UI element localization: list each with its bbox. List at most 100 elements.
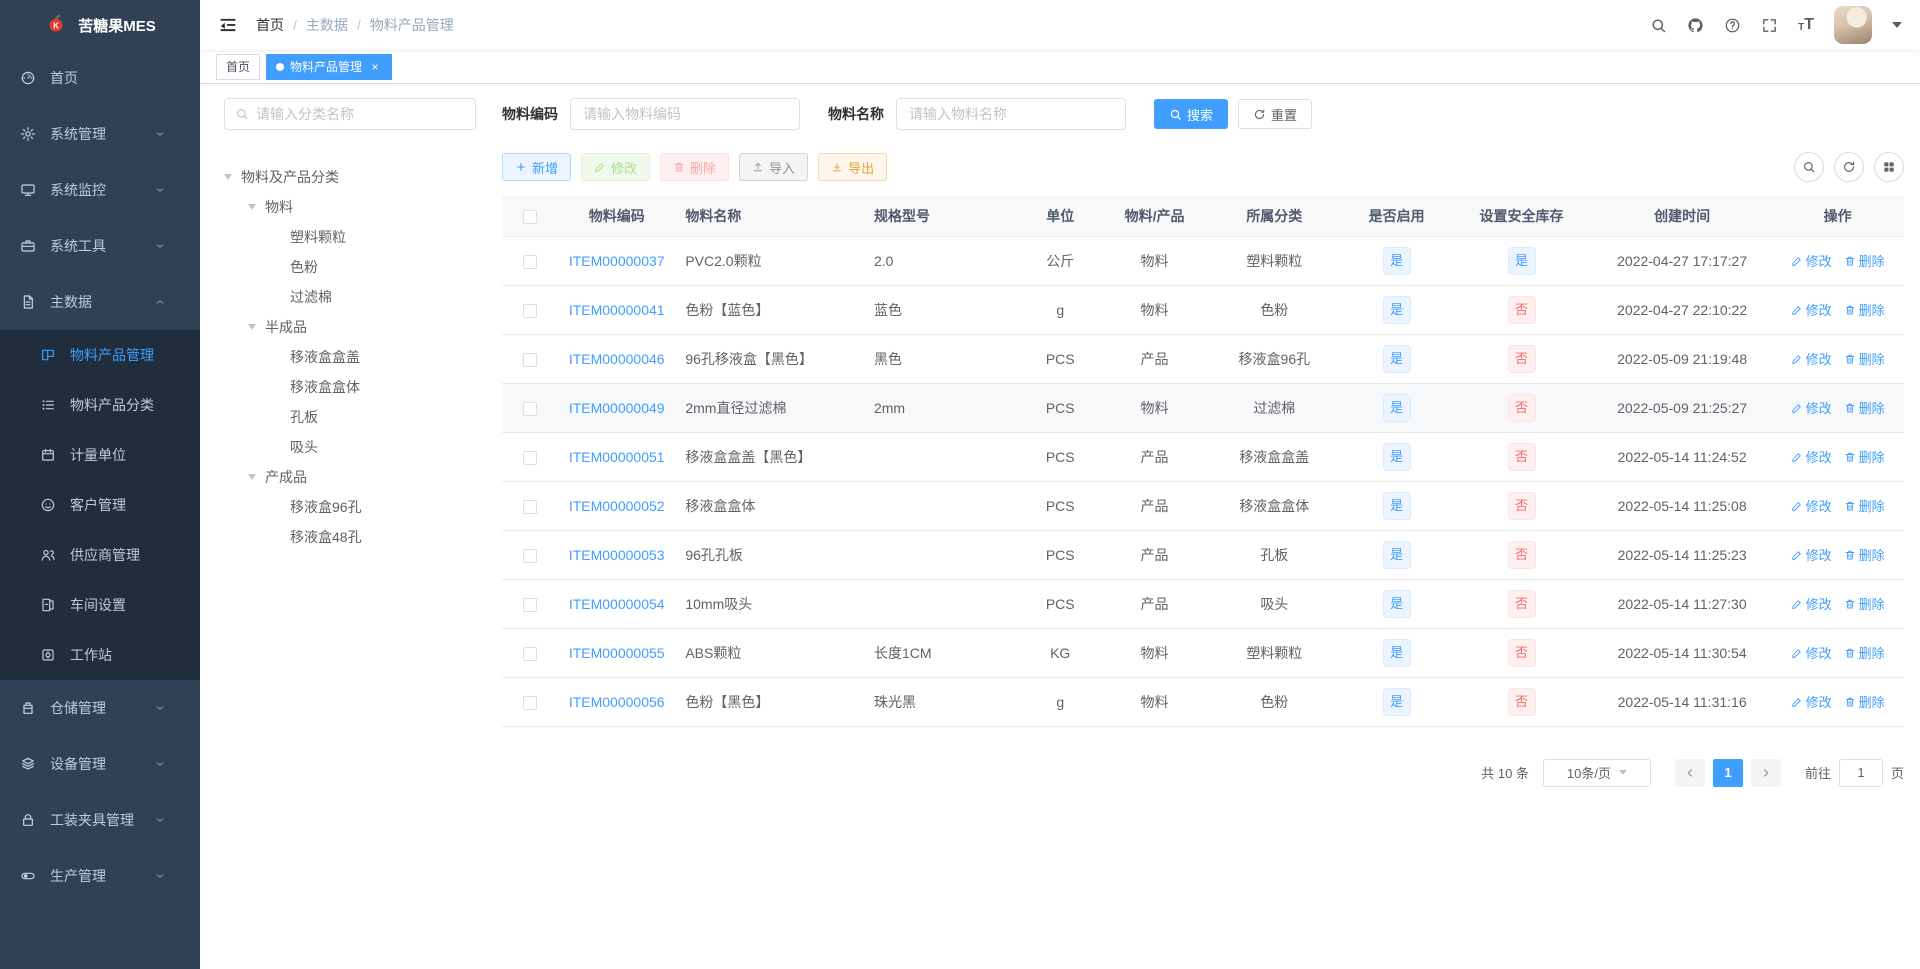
- item-name-input[interactable]: [896, 98, 1126, 130]
- breadcrumb-home[interactable]: 首页: [256, 15, 284, 35]
- row-checkbox[interactable]: [523, 548, 538, 563]
- edit-link[interactable]: 修改: [1791, 594, 1832, 613]
- delete-link[interactable]: 删除: [1844, 643, 1885, 662]
- delete-link[interactable]: 删除: [1844, 398, 1885, 417]
- sidebar-subitem-supplier-management[interactable]: 供应商管理: [0, 530, 200, 580]
- tree-node[interactable]: 产成品: [224, 462, 476, 492]
- item-code-link[interactable]: ITEM00000052: [569, 498, 665, 514]
- sidebar-item-fixture-management[interactable]: 工装夹具管理: [0, 792, 200, 848]
- edit-link[interactable]: 修改: [1791, 398, 1832, 417]
- tree-node[interactable]: 色粉: [224, 252, 476, 282]
- column-settings-button[interactable]: [1874, 152, 1904, 182]
- question-icon[interactable]: [1724, 17, 1741, 34]
- sidebar-item-production-management[interactable]: 生产管理: [0, 848, 200, 904]
- edit-link[interactable]: 修改: [1791, 349, 1832, 368]
- row-checkbox[interactable]: [523, 695, 538, 710]
- tree-node[interactable]: 过滤棉: [224, 282, 476, 312]
- sidebar-item-system-management[interactable]: 系统管理: [0, 106, 200, 162]
- edit-link[interactable]: 修改: [1791, 545, 1832, 564]
- sidebar-item-system-tools[interactable]: 系统工具: [0, 218, 200, 274]
- edit-button[interactable]: 修改: [581, 153, 651, 181]
- item-code-link[interactable]: ITEM00000055: [569, 645, 665, 661]
- search-button[interactable]: 搜索: [1154, 99, 1229, 129]
- close-icon[interactable]: [368, 60, 382, 74]
- row-checkbox[interactable]: [523, 499, 538, 514]
- edit-link[interactable]: 修改: [1791, 447, 1832, 466]
- item-code-input[interactable]: [570, 98, 800, 130]
- sidebar-subitem-measurement-unit[interactable]: 计量单位: [0, 430, 200, 480]
- tree-node[interactable]: 吸头: [224, 432, 476, 462]
- tree-node[interactable]: 半成品: [224, 312, 476, 342]
- page-size-select[interactable]: 10条/页: [1542, 758, 1651, 787]
- sidebar-subitem-material-product-management[interactable]: 物料产品管理: [0, 330, 200, 380]
- item-code-link[interactable]: ITEM00000049: [569, 400, 665, 416]
- github-icon[interactable]: [1687, 17, 1704, 34]
- row-checkbox[interactable]: [523, 401, 538, 416]
- item-code-link[interactable]: ITEM00000053: [569, 547, 665, 563]
- caret-down-icon[interactable]: [1892, 22, 1902, 28]
- sidebar-item-equipment-management[interactable]: 设备管理: [0, 736, 200, 792]
- edit-link[interactable]: 修改: [1791, 496, 1832, 515]
- font-size-icon[interactable]: [1798, 17, 1814, 33]
- tree-node[interactable]: 移液盒盒体: [224, 372, 476, 402]
- tree-node[interactable]: 物料及产品分类: [224, 162, 476, 192]
- tree-search-input[interactable]: [256, 106, 465, 122]
- prev-page-button[interactable]: [1674, 758, 1705, 787]
- sidebar-item-warehouse-management[interactable]: 仓储管理: [0, 680, 200, 736]
- breadcrumb-master-data[interactable]: 主数据: [306, 15, 348, 35]
- fullscreen-icon[interactable]: [1761, 17, 1778, 34]
- sidebar-item-home[interactable]: 首页: [0, 50, 200, 106]
- edit-link[interactable]: 修改: [1791, 643, 1832, 662]
- sidebar-item-system-monitor[interactable]: 系统监控: [0, 162, 200, 218]
- reset-button[interactable]: 重置: [1238, 99, 1313, 129]
- delete-link[interactable]: 删除: [1844, 692, 1885, 711]
- goto-page-input[interactable]: [1838, 758, 1883, 787]
- tree-node[interactable]: 孔板: [224, 402, 476, 432]
- delete-link[interactable]: 删除: [1844, 349, 1885, 368]
- delete-link[interactable]: 删除: [1844, 300, 1885, 319]
- hamburger-icon[interactable]: [218, 15, 238, 35]
- tree-node[interactable]: 塑料颗粒: [224, 222, 476, 252]
- item-code-link[interactable]: ITEM00000046: [569, 351, 665, 367]
- delete-link[interactable]: 删除: [1844, 545, 1885, 564]
- item-code-link[interactable]: ITEM00000051: [569, 449, 665, 465]
- row-checkbox[interactable]: [523, 254, 538, 269]
- logo[interactable]: K 苦糖果MES: [0, 0, 200, 50]
- export-button[interactable]: 导出: [818, 153, 888, 181]
- delete-link[interactable]: 删除: [1844, 496, 1885, 515]
- add-button[interactable]: 新增: [502, 153, 572, 181]
- tab-home[interactable]: 首页: [216, 53, 261, 80]
- sidebar-subitem-workshop-settings[interactable]: 车间设置: [0, 580, 200, 630]
- row-checkbox[interactable]: [523, 597, 538, 612]
- toggle-search-button[interactable]: [1794, 152, 1824, 182]
- next-page-button[interactable]: [1750, 758, 1781, 787]
- row-checkbox[interactable]: [523, 352, 538, 367]
- delete-link[interactable]: 删除: [1844, 594, 1885, 613]
- row-checkbox[interactable]: [523, 303, 538, 318]
- item-code-link[interactable]: ITEM00000041: [569, 302, 665, 318]
- sidebar-item-master-data[interactable]: 主数据: [0, 274, 200, 330]
- search-icon[interactable]: [1650, 17, 1667, 34]
- delete-button[interactable]: 删除: [660, 153, 730, 181]
- row-checkbox[interactable]: [523, 450, 538, 465]
- tree-node[interactable]: 移液盒96孔: [224, 492, 476, 522]
- sidebar-subitem-customer-management[interactable]: 客户管理: [0, 480, 200, 530]
- tree-node[interactable]: 移液盒48孔: [224, 522, 476, 552]
- select-all-checkbox[interactable]: [523, 209, 538, 224]
- sidebar-subitem-material-product-category[interactable]: 物料产品分类: [0, 380, 200, 430]
- avatar[interactable]: [1834, 6, 1872, 44]
- sidebar-subitem-workstation[interactable]: 工作站: [0, 630, 200, 680]
- row-checkbox[interactable]: [523, 646, 538, 661]
- page-number-button[interactable]: 1: [1712, 758, 1743, 787]
- edit-link[interactable]: 修改: [1791, 692, 1832, 711]
- item-code-link[interactable]: ITEM00000056: [569, 694, 665, 710]
- item-code-link[interactable]: ITEM00000054: [569, 596, 665, 612]
- tab-material-product-management[interactable]: 物料产品管理: [266, 53, 393, 80]
- edit-link[interactable]: 修改: [1791, 251, 1832, 270]
- item-code-link[interactable]: ITEM00000037: [569, 253, 665, 269]
- tree-node[interactable]: 移液盒盒盖: [224, 342, 476, 372]
- import-button[interactable]: 导入: [739, 153, 809, 181]
- refresh-button[interactable]: [1834, 152, 1864, 182]
- delete-link[interactable]: 删除: [1844, 447, 1885, 466]
- edit-link[interactable]: 修改: [1791, 300, 1832, 319]
